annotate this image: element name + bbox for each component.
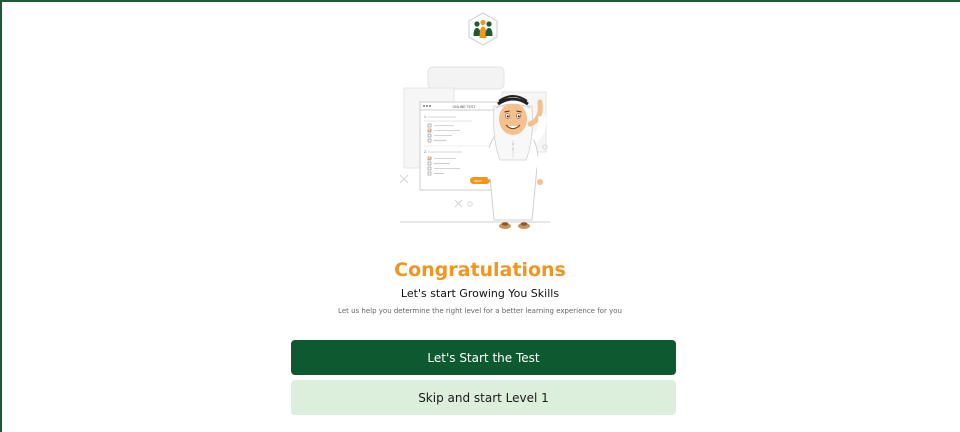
page-subtitle: Let's start Growing You Skills — [400, 287, 560, 300]
test-header-text: ONLINE TEST — [453, 105, 477, 109]
next-button-text: NEXT — [474, 179, 482, 183]
skip-level-button[interactable]: Skip and start Level 1 — [291, 380, 676, 415]
svg-text:1.: 1. — [424, 115, 427, 119]
app-logo-icon — [468, 12, 498, 46]
start-test-button-label: Let's Start the Test — [427, 350, 540, 365]
page-title: Congratulations — [394, 259, 566, 281]
page-description: Let us help you determine the right leve… — [338, 307, 622, 315]
skip-level-button-label: Skip and start Level 1 — [418, 390, 549, 405]
start-test-button[interactable]: Let's Start the Test — [291, 340, 676, 375]
online-test-illustration: ONLINE TEST 1. 2. NEXT — [399, 66, 550, 229]
svg-text:2.: 2. — [424, 150, 427, 154]
